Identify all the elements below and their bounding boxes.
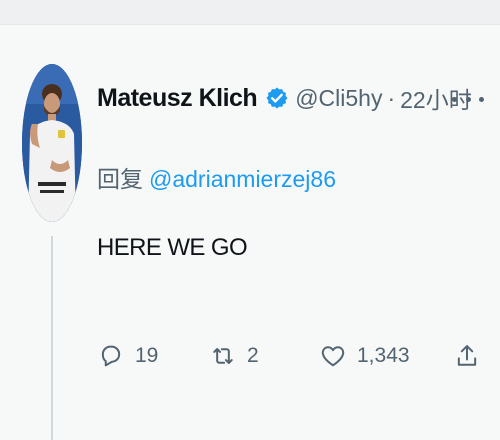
reply-count: 19	[135, 344, 159, 367]
tweet[interactable]: Mateusz Klich @Cli5hy · 22小时 回复 @adrianmi…	[0, 24, 500, 440]
more-icon[interactable]	[452, 90, 484, 108]
reply-button[interactable]: 19	[97, 336, 158, 376]
retweet-count: 2	[247, 344, 259, 367]
more-dot	[479, 96, 484, 102]
replying-to: 回复 @adrianmierzej86	[97, 160, 336, 194]
share-button[interactable]	[453, 336, 491, 376]
heart-icon	[321, 346, 345, 367]
like-count: 1,343	[357, 344, 410, 367]
more-dot	[465, 96, 471, 102]
retweet-button[interactable]: 2	[209, 336, 259, 376]
share-icon	[457, 345, 477, 366]
author-row: Mateusz Klich @Cli5hy · 22小时	[97, 80, 472, 116]
like-button[interactable]: 1,343	[319, 336, 410, 376]
avatar[interactable]	[22, 64, 82, 222]
retweet-icon	[213, 348, 233, 364]
reply-icon	[101, 345, 121, 367]
separator-dot: ·	[387, 84, 396, 111]
action-bar: 19 2 1,343	[97, 336, 487, 376]
reply-prefix: 回复	[97, 166, 143, 192]
author-name[interactable]: Mateusz Klich	[97, 84, 258, 113]
avatar-image	[22, 64, 82, 222]
thread-line	[51, 236, 53, 440]
more-dot	[452, 96, 457, 102]
verified-badge-icon	[266, 87, 288, 109]
top-bar	[0, 0, 500, 25]
tweet-text: HERE WE GO	[97, 234, 248, 261]
reply-to-link[interactable]: @adrianmierzej86	[149, 166, 336, 192]
author-handle[interactable]: @Cli5hy	[295, 85, 382, 112]
